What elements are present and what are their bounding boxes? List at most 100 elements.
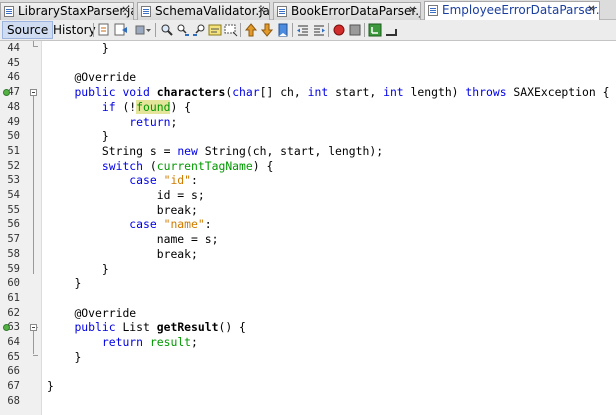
tab-schema-validator[interactable]: SchemaValidator.java ✕ bbox=[137, 2, 270, 20]
code-text: ; bbox=[191, 335, 198, 349]
line-number: 52 bbox=[7, 159, 20, 172]
fold-end-marker bbox=[33, 46, 38, 47]
last-edit-icon[interactable] bbox=[97, 23, 111, 37]
code-line-44: } bbox=[47, 41, 109, 56]
code-text: : bbox=[204, 217, 212, 232]
line-number: 50 bbox=[7, 130, 20, 143]
code-text: () { bbox=[218, 320, 246, 335]
keyword: return bbox=[129, 114, 171, 129]
keyword: switch bbox=[101, 158, 144, 173]
keyword: int bbox=[383, 85, 404, 100]
editor-tab-strip: LibraryStaxParser.java ✕ SchemaValidator… bbox=[0, 0, 616, 21]
tab-book-error-data-parser[interactable]: BookErrorDataParser.java ✕ bbox=[273, 2, 421, 20]
line-number: 65 bbox=[7, 350, 20, 363]
fold-collapse-icon[interactable] bbox=[30, 89, 37, 96]
line-number: 58 bbox=[7, 247, 20, 260]
code-text: [] ch, bbox=[259, 85, 308, 100]
line-number: 59 bbox=[7, 262, 20, 275]
fold-end-marker bbox=[33, 355, 38, 356]
keyword: throws bbox=[465, 85, 507, 100]
code-line-62: @Override bbox=[47, 306, 136, 321]
tab-library-stax-parser[interactable]: LibraryStaxParser.java ✕ bbox=[0, 2, 134, 20]
next-bookmark-icon[interactable] bbox=[260, 23, 274, 37]
find-previous-icon[interactable] bbox=[176, 23, 190, 37]
toolbar-separator bbox=[364, 23, 365, 37]
uncomment-icon[interactable] bbox=[384, 23, 398, 37]
toggle-highlight-icon[interactable] bbox=[208, 23, 222, 37]
code-text: length) bbox=[403, 85, 466, 100]
code-text: String s = bbox=[101, 143, 178, 158]
code-line-50: } bbox=[47, 129, 109, 144]
code-text: SAXException { bbox=[506, 85, 610, 100]
brace: } bbox=[101, 41, 109, 55]
line-number: 51 bbox=[7, 144, 20, 157]
keyword: public bbox=[74, 320, 116, 335]
fold-guide bbox=[33, 96, 34, 274]
brace: } bbox=[101, 129, 109, 144]
close-icon[interactable]: ✕ bbox=[257, 6, 266, 16]
line-number: 57 bbox=[7, 233, 20, 246]
back-icon[interactable] bbox=[113, 23, 131, 37]
find-next-icon[interactable] bbox=[192, 23, 206, 37]
keyword: case bbox=[129, 217, 157, 232]
highlighted-field: found bbox=[136, 99, 171, 114]
code-text: ; bbox=[170, 114, 178, 129]
java-file-icon bbox=[428, 5, 438, 16]
tab-label: LibraryStaxParser.java bbox=[18, 4, 133, 18]
code-text: ) { bbox=[252, 158, 274, 173]
code-line-60: } bbox=[47, 276, 81, 291]
code-line-46: @Override bbox=[47, 70, 136, 85]
close-icon[interactable]: ✕ bbox=[121, 6, 130, 16]
toolbar-separator bbox=[93, 23, 94, 37]
toggle-rect-select-icon[interactable] bbox=[224, 23, 238, 37]
start-macro-icon[interactable] bbox=[332, 23, 346, 37]
override-marker-icon[interactable] bbox=[3, 89, 10, 96]
brace: } bbox=[101, 261, 109, 276]
previous-bookmark-icon[interactable] bbox=[244, 23, 258, 37]
line-number: 48 bbox=[7, 100, 20, 113]
code-line-54: id = s; bbox=[47, 188, 205, 203]
line-number: 62 bbox=[7, 306, 20, 319]
code-text: ( bbox=[143, 158, 157, 173]
close-icon[interactable]: ✕ bbox=[587, 5, 596, 15]
tab-label: SchemaValidator.java bbox=[155, 4, 270, 18]
line-number-gutter: 44 45 46 47 48 49 50 51 52 53 54 55 56 5… bbox=[0, 41, 42, 415]
shift-right-icon[interactable] bbox=[312, 23, 326, 37]
override-annotation: @Override bbox=[74, 305, 137, 320]
override-marker-icon[interactable] bbox=[3, 324, 10, 331]
fold-collapse-icon[interactable] bbox=[30, 324, 37, 331]
comment-icon[interactable] bbox=[368, 23, 382, 37]
stop-macro-icon[interactable] bbox=[348, 23, 362, 37]
code-line-47: public void characters(char[] ch, int st… bbox=[47, 85, 609, 100]
code-text: start, bbox=[328, 85, 384, 100]
keyword: if bbox=[101, 99, 116, 114]
close-icon[interactable]: ✕ bbox=[408, 6, 417, 16]
code-text: break; bbox=[156, 202, 198, 217]
code-line-58: break; bbox=[47, 247, 198, 262]
keyword: public bbox=[74, 85, 116, 100]
toggle-bookmark-icon[interactable] bbox=[276, 23, 290, 37]
brace: } bbox=[74, 276, 82, 291]
line-number: 55 bbox=[7, 203, 20, 216]
code-line-65: } bbox=[47, 350, 81, 365]
code-line-49: return; bbox=[47, 115, 177, 130]
line-number: 64 bbox=[7, 336, 20, 348]
line-number: 45 bbox=[7, 56, 20, 69]
find-icon[interactable] bbox=[160, 23, 174, 37]
code-text: List bbox=[115, 320, 157, 335]
code-line-56: case "name": bbox=[47, 217, 212, 232]
keyword: return bbox=[101, 335, 144, 349]
source-view-tab[interactable]: Source bbox=[2, 21, 54, 39]
keyword: void bbox=[122, 85, 150, 100]
shift-left-icon[interactable] bbox=[296, 23, 310, 37]
line-number: 44 bbox=[7, 42, 20, 54]
line-number: 56 bbox=[7, 218, 20, 231]
forward-icon[interactable] bbox=[134, 23, 152, 37]
toolbar-separator bbox=[328, 23, 329, 37]
code-line-59: } bbox=[47, 262, 109, 277]
code-line-57: name = s; bbox=[47, 232, 219, 247]
keyword: int bbox=[307, 85, 329, 100]
tab-employee-error-data-parser[interactable]: EmployeeErrorDataParser.java ✕ bbox=[424, 1, 600, 21]
code-editor[interactable]: } @Override public void characters(char[… bbox=[42, 41, 616, 415]
method-name: characters bbox=[156, 85, 226, 100]
